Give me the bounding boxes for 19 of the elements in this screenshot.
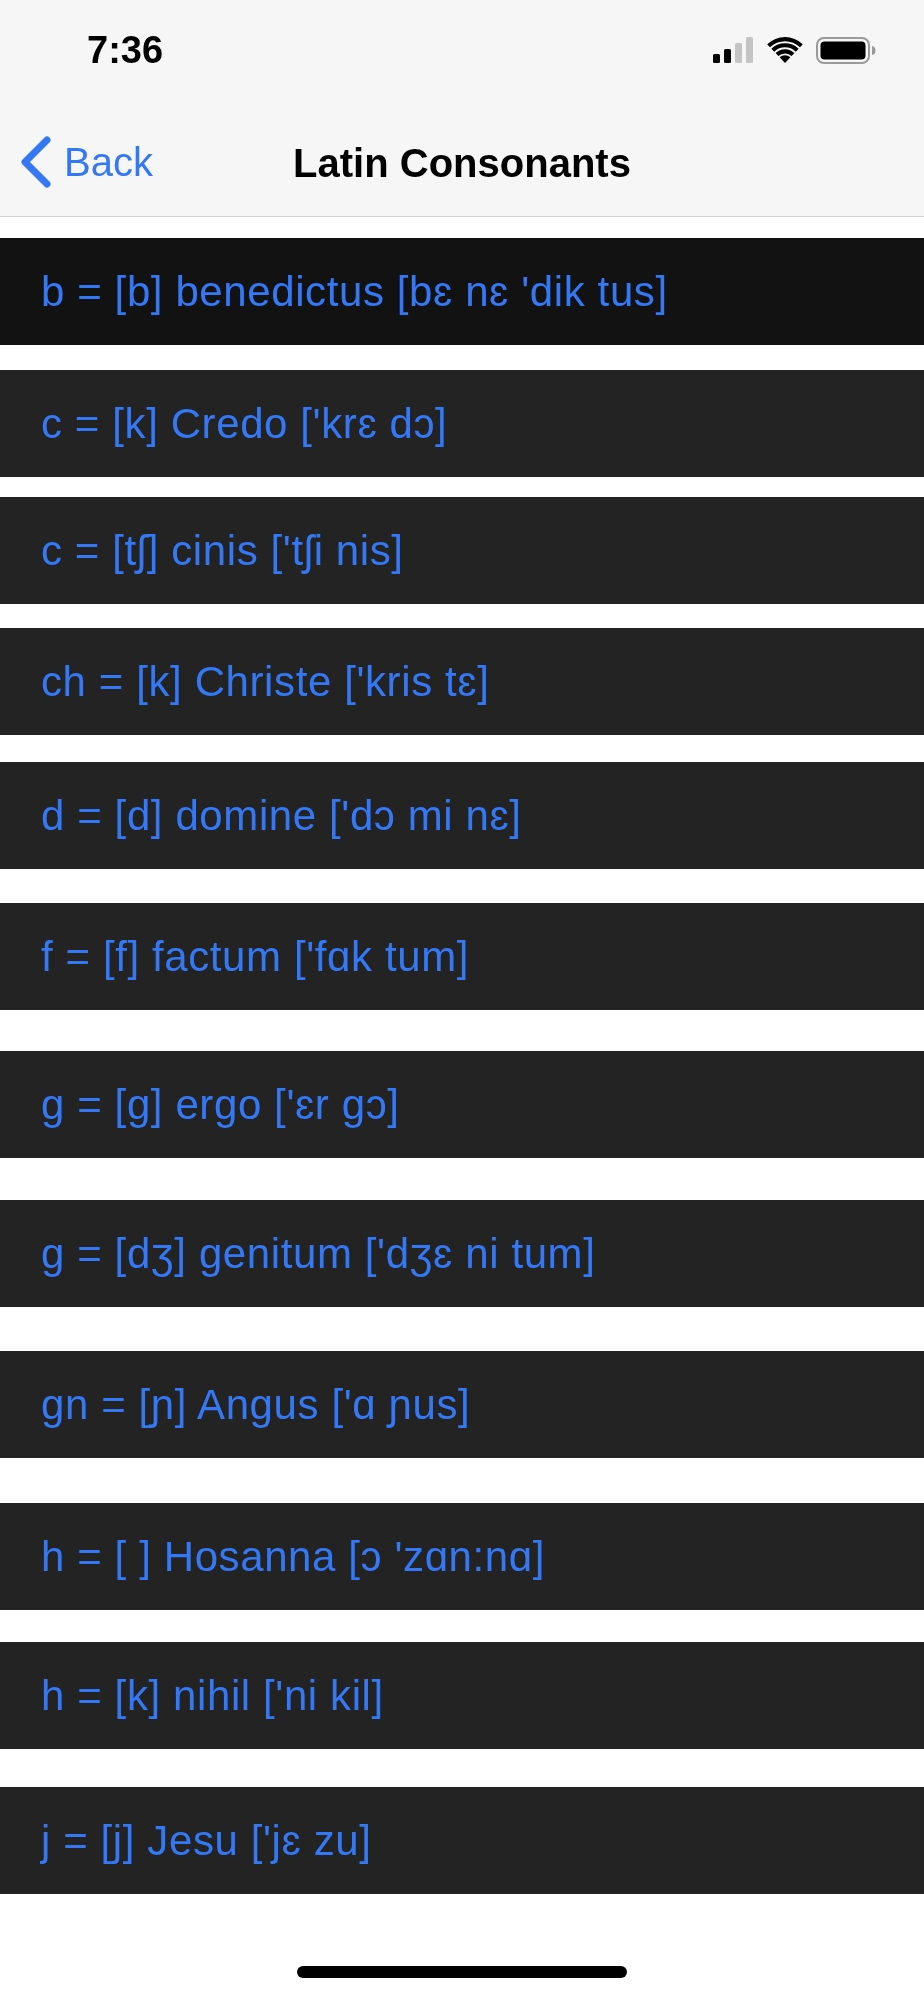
list-row[interactable]: g = [g] ergo ['ɛr gɔ]	[0, 1051, 924, 1158]
list-row[interactable]: g = [dʒ] genitum ['dʒɛ ni tum]	[0, 1200, 924, 1307]
status-time: 7:36	[87, 27, 164, 73]
wifi-icon	[767, 37, 803, 63]
list-row[interactable]: gn = [ɲ] Angus ['ɑ ɲus]	[0, 1351, 924, 1458]
list-row[interactable]: d = [d] domine ['dɔ mi nɛ]	[0, 762, 924, 869]
battery-icon	[816, 36, 876, 64]
list-row[interactable]: f = [f] factum ['fɑk tum]	[0, 903, 924, 1010]
list-row[interactable]: j = [j] Jesu ['jɛ zu]	[0, 1787, 924, 1894]
list-row[interactable]: b = [b] benedictus [bɛ nɛ 'dik tus]	[0, 238, 924, 345]
list-row[interactable]: ch = [k] Christe ['kris tɛ]	[0, 628, 924, 735]
back-button[interactable]: Back	[20, 136, 153, 188]
list-row[interactable]: c = [tʃ] cinis ['tʃi nis]	[0, 497, 924, 604]
chevron-left-icon	[20, 136, 51, 188]
list-row[interactable]: c = [k] Credo ['krɛ dɔ]	[0, 370, 924, 477]
signal-icon	[713, 37, 754, 63]
list-row[interactable]: h = [k] nihil ['ni kil]	[0, 1642, 924, 1749]
screen-title: Latin Consonants	[293, 143, 631, 183]
list-row[interactable]: h = [ ] Hosanna [ɔ 'zɑn:nɑ]	[0, 1503, 924, 1610]
